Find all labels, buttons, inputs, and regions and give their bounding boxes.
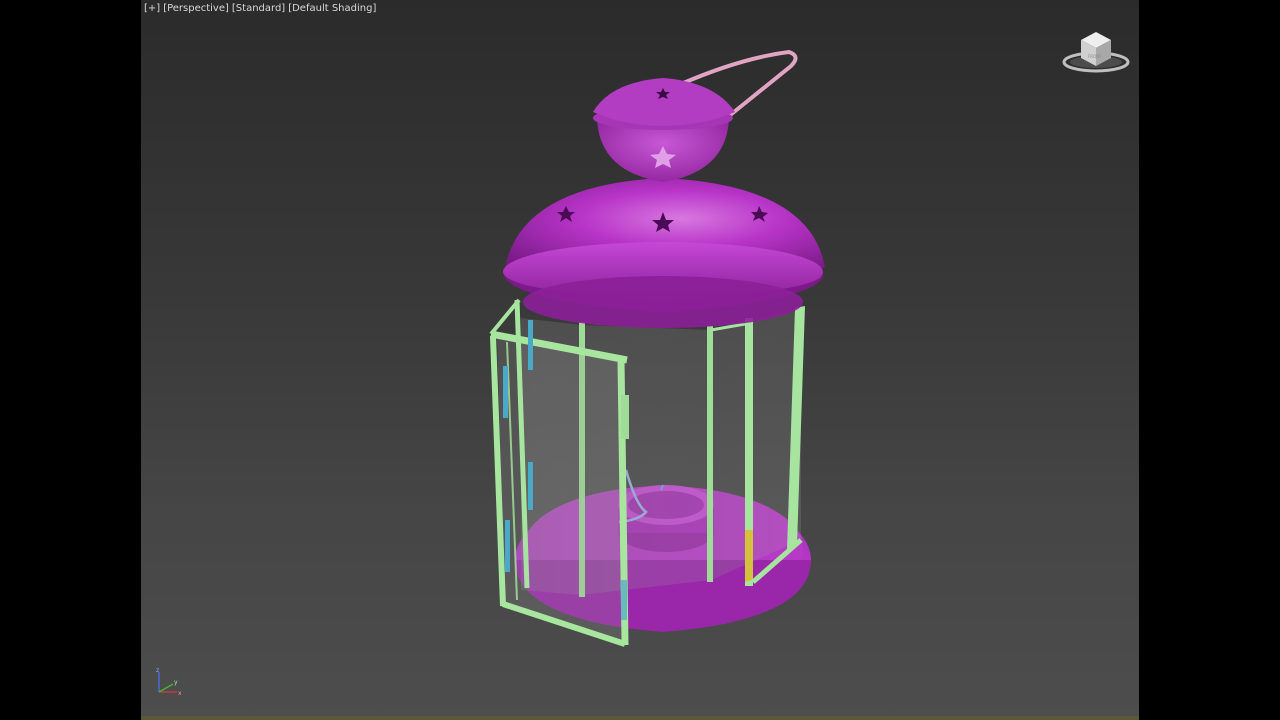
svg-text:x: x (178, 690, 182, 697)
hinge (505, 520, 510, 572)
axis-tripod-icon: z x y (156, 667, 182, 697)
viewport-border (141, 716, 1139, 720)
letterbox-left (0, 0, 141, 720)
frame-post (489, 298, 521, 336)
hinge (528, 320, 533, 370)
door-glass (497, 338, 621, 640)
svg-text:z: z (156, 667, 159, 674)
svg-text:y: y (174, 679, 178, 686)
frame-post (707, 326, 713, 582)
viewcube-face-label: FRONT (1088, 54, 1102, 59)
door-latch (621, 395, 629, 439)
viewcube[interactable]: FRONT (1061, 28, 1131, 80)
lantern-model[interactable] (141, 0, 1139, 716)
hinge (528, 462, 533, 510)
door-latch (621, 580, 627, 620)
hinge (503, 366, 508, 418)
letterbox-right (1139, 0, 1280, 720)
perspective-viewport[interactable]: [+] [Perspective] [Standard] [Default Sh… (141, 0, 1139, 716)
